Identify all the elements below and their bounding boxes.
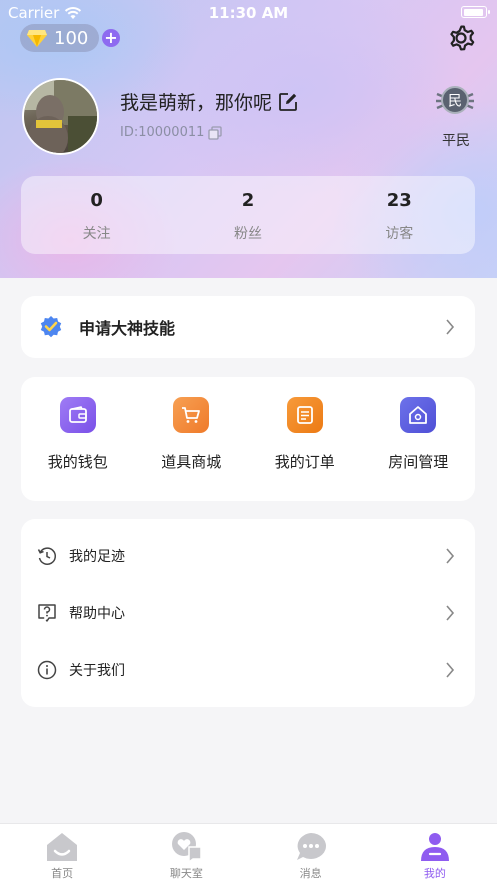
shortcut-grid: 我的钱包 道具商城 我的订单 房间管理 — [21, 377, 475, 501]
menu-list: 我的足迹 帮助中心 关于我们 — [21, 519, 475, 707]
order-icon — [286, 397, 323, 433]
verified-badge-icon — [40, 316, 62, 338]
tab-home[interactable]: 首页 — [0, 824, 124, 883]
tab-label: 聊天室 — [169, 867, 203, 880]
apply-skill-title: 申请大神技能 — [79, 319, 176, 338]
shortcut-label: 我的钱包 — [47, 453, 108, 471]
info-icon — [37, 660, 57, 679]
avatar[interactable] — [22, 78, 99, 155]
shortcut-label: 我的订单 — [274, 453, 335, 471]
shortcut-label: 房间管理 — [388, 453, 449, 471]
tab-label: 首页 — [51, 867, 74, 880]
tab-profile[interactable]: 我的 — [373, 824, 497, 883]
chevron-right-icon — [446, 319, 455, 335]
cart-icon — [173, 397, 210, 433]
tab-chatroom[interactable]: 聊天室 — [124, 824, 248, 883]
user-id: ID:10000011 — [120, 125, 223, 140]
clock: 11:30 AM — [208, 4, 289, 22]
shortcut-orders[interactable]: 我的订单 — [248, 377, 362, 501]
stat-fans[interactable]: 2 粉丝 — [172, 176, 323, 254]
home-settings-icon — [400, 397, 437, 433]
stat-value: 2 — [241, 190, 255, 211]
gear-icon[interactable] — [445, 22, 477, 54]
battery-icon — [461, 6, 490, 18]
menu-item-help[interactable]: 帮助中心 — [21, 584, 475, 641]
stat-value: 23 — [386, 190, 412, 211]
menu-item-label: 我的足迹 — [69, 548, 125, 565]
menu-item-about[interactable]: 关于我们 — [21, 641, 475, 698]
tab-bar: 首页 聊天室 消息 我的 — [0, 823, 497, 883]
menu-item-label: 帮助中心 — [69, 605, 125, 622]
coin-count: 100 — [54, 27, 89, 49]
stat-label: 关注 — [82, 226, 111, 242]
shortcut-room-management[interactable]: 房间管理 — [362, 377, 476, 501]
message-icon — [296, 833, 326, 860]
username-text: 我是萌新，那你呢 — [120, 92, 273, 114]
chevron-right-icon — [446, 548, 455, 564]
rank-badge-char: 民 — [448, 94, 462, 110]
username[interactable]: 我是萌新，那你呢 — [120, 88, 298, 115]
stat-value: 0 — [90, 190, 103, 211]
apply-skill-card[interactable]: 申请大神技能 — [21, 296, 475, 358]
tab-messages[interactable]: 消息 — [249, 824, 373, 883]
copy-icon[interactable] — [208, 125, 223, 140]
shortcut-wallet[interactable]: 我的钱包 — [21, 377, 135, 501]
coin-balance[interactable]: 100 — [20, 24, 99, 52]
add-coin-button[interactable]: + — [102, 29, 120, 47]
diamond-icon — [27, 30, 47, 47]
chatroom-icon — [172, 832, 203, 863]
history-icon — [37, 546, 57, 565]
wallet-icon — [59, 397, 96, 433]
stat-visitors[interactable]: 23 访客 — [324, 176, 475, 254]
status-bar: Carrier 11:30 AM — [0, 0, 497, 24]
chevron-right-icon — [446, 605, 455, 621]
stat-following[interactable]: 0 关注 — [21, 176, 172, 254]
user-id-text: ID:10000011 — [120, 125, 205, 140]
rank-badge-icon: 民 — [436, 86, 474, 114]
rank-label: 平民 — [442, 133, 470, 149]
chevron-right-icon — [446, 662, 455, 678]
menu-item-label: 关于我们 — [69, 662, 125, 679]
stats-panel: 0 关注 2 粉丝 23 访客 — [21, 176, 475, 254]
tab-label: 消息 — [299, 867, 322, 880]
tab-label: 我的 — [423, 867, 446, 880]
profile-icon — [420, 833, 449, 861]
help-icon — [38, 603, 56, 622]
stat-label: 粉丝 — [233, 226, 262, 242]
shortcut-store[interactable]: 道具商城 — [135, 377, 249, 501]
shortcut-label: 道具商城 — [161, 453, 222, 471]
menu-item-footprints[interactable]: 我的足迹 — [21, 527, 475, 584]
stat-label: 访客 — [385, 226, 414, 242]
home-icon — [47, 833, 78, 861]
edit-icon[interactable] — [278, 92, 298, 112]
